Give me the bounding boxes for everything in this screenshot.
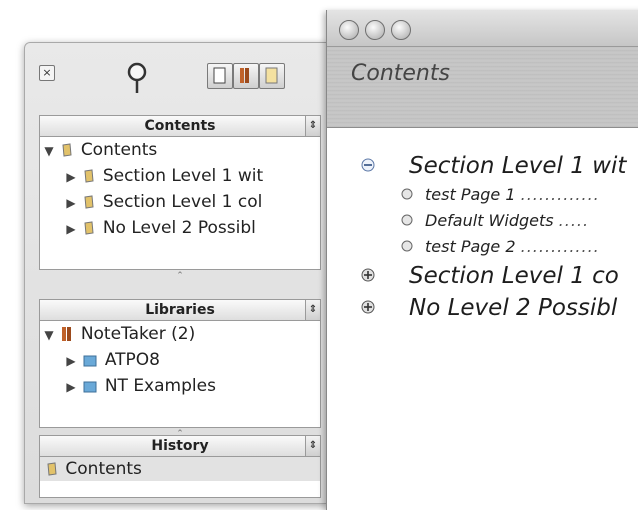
tree-root-contents[interactable]: ▼ Contents: [40, 137, 320, 163]
expand-bullet-icon[interactable]: [361, 300, 375, 314]
library-item-label: ATPO8: [104, 350, 160, 370]
tree-root-label: Contents: [80, 140, 158, 160]
window-title: Contents: [351, 61, 450, 86]
outline-page-label: Default Widgets: [425, 211, 554, 230]
disclosure-triangle-icon[interactable]: ▼: [42, 322, 56, 348]
outline-page[interactable]: test Page 1 .............: [327, 182, 638, 208]
document-window: Contents Section Level 1 wit test Page 1…: [326, 10, 638, 510]
note-view-button[interactable]: [259, 63, 285, 89]
disclosure-triangle-icon[interactable]: ▶: [64, 348, 78, 374]
outline-section[interactable]: Section Level 1 co: [327, 260, 638, 292]
libraries-tree: ▼ NoteTaker (2) ▶ ATPO8 ▶ NT Examples: [39, 321, 321, 428]
page-view-button[interactable]: [207, 63, 233, 89]
bullet-icon: [401, 240, 413, 252]
tree-item[interactable]: ▶ No Level 2 Possibl: [40, 215, 320, 241]
folder-icon: [83, 381, 97, 393]
page-icon: [213, 67, 226, 84]
history-stepper-icon[interactable]: ⇕: [305, 436, 320, 456]
zoom-window-icon[interactable]: [391, 20, 411, 40]
libraries-stepper-icon[interactable]: ⇕: [305, 300, 320, 320]
library-item[interactable]: ▶ ATPO8: [40, 347, 320, 373]
history-header-title: History: [151, 438, 209, 454]
close-icon[interactable]: ×: [39, 65, 55, 81]
window-header: Contents: [327, 47, 638, 128]
bullet-icon: [401, 214, 413, 226]
outline-section-label: Section Level 1 wit: [409, 153, 627, 179]
disclosure-triangle-icon[interactable]: ▼: [42, 138, 56, 164]
libraries-header[interactable]: Libraries ⇕: [39, 299, 321, 321]
outline-section[interactable]: Section Level 1 wit: [327, 150, 638, 182]
library-item[interactable]: ▶ NT Examples: [40, 373, 320, 399]
history-section: History ⇕ Contents: [39, 435, 321, 498]
history-list: Contents: [39, 457, 321, 498]
history-item-label: Contents: [65, 459, 142, 479]
magnifier-icon[interactable]: [125, 61, 149, 99]
page-icon: [84, 221, 94, 235]
splitter-handle[interactable]: ⌃: [39, 270, 321, 282]
leader-dots: .............: [520, 185, 600, 204]
contents-section: Contents ⇕ ▼ Contents ▶ Section Level 1 …: [39, 115, 321, 282]
disclosure-triangle-icon[interactable]: ▶: [64, 190, 78, 216]
book-icon: [62, 327, 72, 341]
drawer-panel: × Contents ⇕ ▼ Contents ▶ Section Level …: [24, 42, 328, 504]
collapse-bullet-icon[interactable]: [361, 158, 375, 172]
bullet-icon: [401, 188, 413, 200]
leader-dots: .....: [558, 211, 590, 230]
history-item[interactable]: Contents: [40, 457, 320, 481]
page-icon: [84, 169, 94, 183]
folder-icon: [83, 355, 97, 367]
tree-item-label: No Level 2 Possibl: [102, 218, 256, 238]
outline-section-label: No Level 2 Possibl: [409, 295, 618, 321]
outline-section[interactable]: No Level 2 Possibl: [327, 292, 638, 324]
page-icon: [47, 462, 57, 476]
leader-dots: .............: [520, 237, 600, 256]
library-item-label: NT Examples: [104, 376, 216, 396]
tree-item-label: Section Level 1 wit: [102, 166, 264, 186]
page-icon: [62, 143, 72, 157]
tree-item-label: Section Level 1 col: [102, 192, 263, 212]
book-icon: [240, 68, 249, 83]
outline-page-label: test Page 1: [425, 185, 516, 204]
outline-page-label: test Page 2: [425, 237, 516, 256]
libraries-section: Libraries ⇕ ▼ NoteTaker (2) ▶ ATPO8 ▶ NT…: [39, 299, 321, 440]
outline-view: Section Level 1 wit test Page 1 ........…: [327, 128, 638, 324]
tree-item[interactable]: ▶ Section Level 1 wit: [40, 163, 320, 189]
library-root-label: NoteTaker (2): [80, 324, 196, 344]
outline-page[interactable]: test Page 2 .............: [327, 234, 638, 260]
minimize-window-icon[interactable]: [365, 20, 385, 40]
contents-header-title: Contents: [144, 118, 216, 134]
contents-header[interactable]: Contents ⇕: [39, 115, 321, 137]
title-bar[interactable]: [327, 10, 638, 47]
contents-tree: ▼ Contents ▶ Section Level 1 wit ▶ Secti…: [39, 137, 321, 270]
note-icon: [265, 67, 278, 84]
disclosure-triangle-icon[interactable]: ▶: [64, 374, 78, 400]
disclosure-triangle-icon[interactable]: ▶: [64, 164, 78, 190]
close-window-icon[interactable]: [339, 20, 359, 40]
disclosure-triangle-icon[interactable]: ▶: [64, 216, 78, 242]
history-header[interactable]: History ⇕: [39, 435, 321, 457]
outline-page[interactable]: Default Widgets .....: [327, 208, 638, 234]
expand-bullet-icon[interactable]: [361, 268, 375, 282]
libraries-header-title: Libraries: [145, 302, 215, 318]
library-view-button[interactable]: [233, 63, 259, 89]
outline-section-label: Section Level 1 co: [409, 263, 619, 289]
page-icon: [84, 195, 94, 209]
contents-stepper-icon[interactable]: ⇕: [305, 116, 320, 136]
library-root[interactable]: ▼ NoteTaker (2): [40, 321, 320, 347]
tree-item[interactable]: ▶ Section Level 1 col: [40, 189, 320, 215]
